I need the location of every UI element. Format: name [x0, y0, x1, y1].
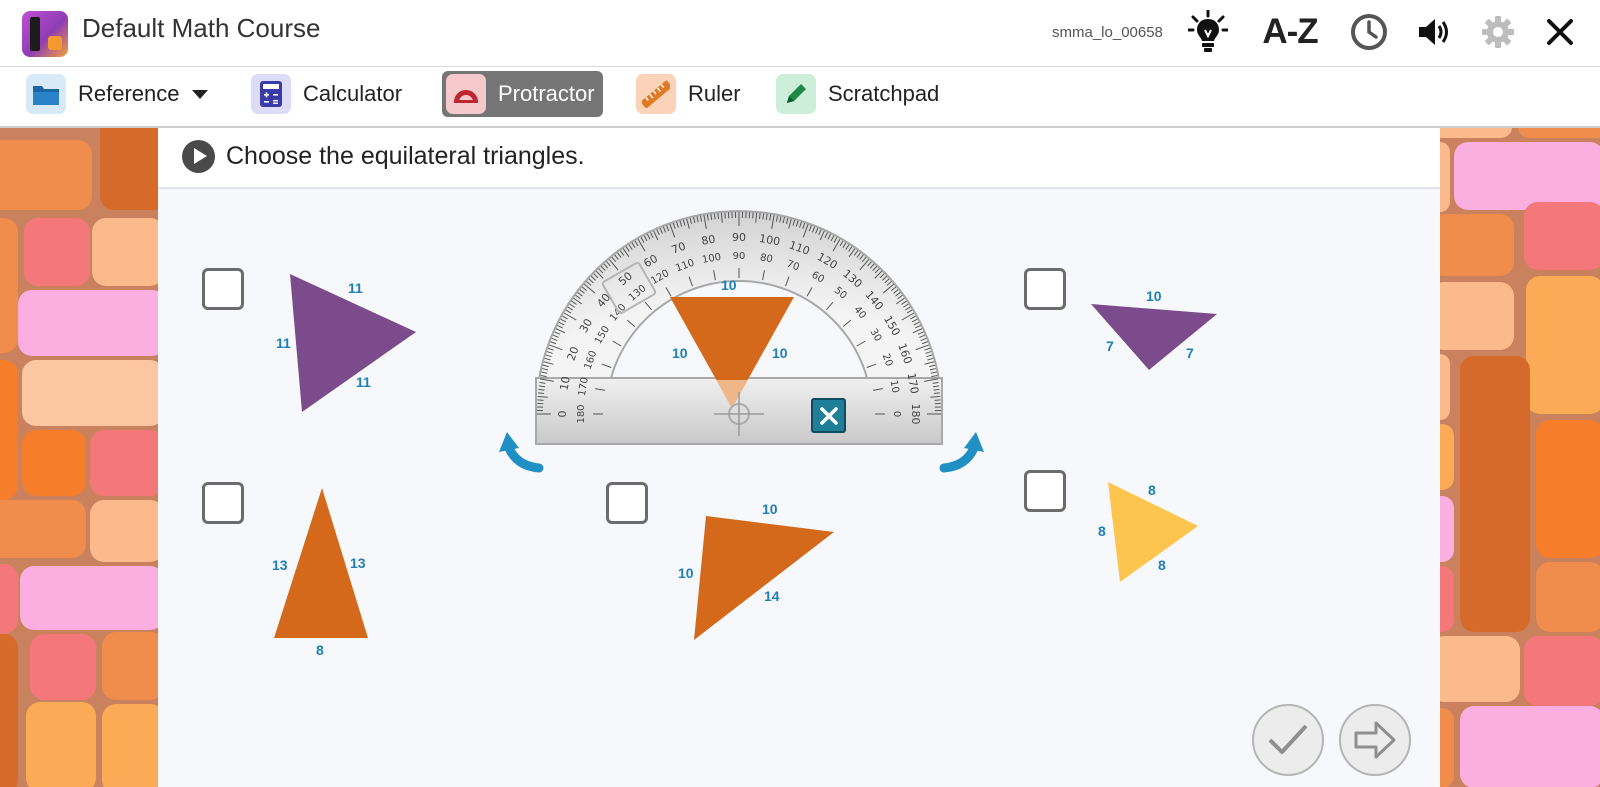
calculator-icon: [251, 74, 291, 114]
question-header: Choose the equilateral triangles.: [158, 128, 1440, 189]
triangle-e-side-1: 8: [1148, 482, 1156, 498]
calculator-label: Calculator: [303, 81, 403, 106]
tools-toolbar: Reference Calculator Protractor Ruler Sc…: [0, 67, 1600, 128]
course-logo: [22, 11, 68, 57]
next-question-button[interactable]: [1339, 704, 1411, 776]
choice-d-checkbox[interactable]: [606, 482, 648, 524]
question-text: Choose the equilateral triangles.: [226, 142, 585, 170]
triangle-b[interactable]: 10 7 7: [1090, 284, 1230, 384]
gear-icon[interactable]: [1476, 10, 1520, 54]
protractor-outer-label: 80: [700, 233, 716, 248]
course-title: Default Math Course: [82, 13, 321, 43]
protractor-label: Protractor: [498, 81, 595, 106]
choice-e-checkbox[interactable]: [1024, 470, 1066, 512]
triangle-c-side-2: 13: [350, 555, 366, 571]
triangle-a[interactable]: 11 11 11: [272, 270, 422, 420]
triangle-b-shape: [1091, 304, 1217, 370]
protractor-inner-label: 90: [733, 251, 746, 262]
app-header: Default Math Course smma_lo_00658 A-Z: [0, 0, 1600, 67]
ruler-label: Ruler: [688, 81, 741, 106]
triangle-d-side-2: 10: [678, 565, 694, 581]
protractor-tick: [933, 392, 940, 395]
protractor-outer-label: 0: [556, 411, 569, 418]
scratchpad-label: Scratchpad: [828, 81, 940, 106]
arrow-right-icon: [1354, 721, 1396, 759]
triangle-d[interactable]: 10 10 14: [676, 500, 846, 650]
protractor-tick: [758, 213, 761, 220]
triangle-b-side-2: 7: [1106, 338, 1114, 354]
close-icon[interactable]: [1538, 10, 1582, 54]
triangle-d-side-1: 10: [762, 501, 778, 517]
protractor-inner-label: 0: [891, 411, 902, 417]
speaker-icon[interactable]: [1413, 10, 1457, 54]
triangle-a-side-3: 11: [356, 374, 371, 390]
right-background-decoration: [1440, 128, 1600, 787]
course-code: smma_lo_00658: [1052, 24, 1163, 41]
rotate-clockwise-handle[interactable]: [938, 428, 986, 476]
protractor-outer-label: 90: [732, 231, 746, 244]
protractor-tool[interactable]: 0 18010 17020 16030150401405013060120701108…: [488, 196, 958, 456]
close-icon: [819, 406, 838, 425]
choice-b-checkbox[interactable]: [1024, 268, 1066, 310]
triangle-a-side-1: 11: [348, 280, 363, 296]
pencil-icon: [776, 74, 816, 114]
protractor-inner-label: 80: [759, 252, 773, 265]
reference-label: Reference: [78, 81, 180, 106]
protractor-tick: [538, 392, 545, 395]
close-protractor-button[interactable]: [811, 398, 846, 433]
triangle-c-side-3: 8: [316, 642, 324, 658]
triangle-d-side-3: 14: [764, 588, 780, 604]
protractor-outer-label: 10: [558, 375, 573, 391]
ruler-button[interactable]: Ruler: [636, 71, 741, 117]
lightbulb-icon[interactable]: [1186, 10, 1230, 54]
checkmark-icon: [1268, 724, 1308, 754]
triangle-c[interactable]: 13 13 8: [268, 484, 388, 664]
check-answer-button[interactable]: [1252, 704, 1324, 776]
triangle-e-side-3: 8: [1158, 557, 1166, 573]
triangle-e[interactable]: 8 8 8: [1086, 478, 1216, 588]
left-background-decoration: [0, 128, 158, 787]
play-audio-button[interactable]: [182, 140, 215, 173]
protractor-button[interactable]: Protractor: [442, 71, 603, 117]
protractor-icon: [446, 74, 486, 114]
glossary-icon[interactable]: A-Z: [1255, 10, 1325, 54]
protractor-tick: [717, 213, 720, 220]
reference-menu-button[interactable]: Reference: [26, 71, 208, 117]
timer-icon[interactable]: [1347, 10, 1391, 54]
protractor-inner-label: 10: [888, 379, 901, 393]
triangle-a-side-2: 11: [276, 335, 291, 351]
folder-icon: [26, 74, 66, 114]
choice-a-checkbox[interactable]: [202, 268, 244, 310]
ruler-icon: [636, 74, 676, 114]
triangle-d-shape: [694, 516, 834, 640]
chevron-down-icon: [191, 89, 208, 99]
calculator-button[interactable]: Calculator: [251, 71, 402, 117]
overlay-triangle-side-3: 10: [772, 345, 788, 361]
triangle-b-side-1: 10: [1146, 288, 1162, 304]
choice-c-checkbox[interactable]: [202, 482, 244, 524]
rotate-counterclockwise-handle[interactable]: [497, 428, 545, 476]
protractor-outer-label: 180: [909, 404, 922, 425]
protractor-inner-label: 180: [576, 404, 587, 423]
triangle-b-side-3: 7: [1186, 345, 1194, 361]
overlay-triangle-side-2: 10: [672, 345, 688, 361]
triangle-c-side-1: 13: [272, 557, 288, 573]
scratchpad-button[interactable]: Scratchpad: [776, 71, 939, 117]
triangle-e-side-2: 8: [1098, 523, 1106, 539]
overlay-triangle-side-1: 10: [721, 277, 737, 293]
